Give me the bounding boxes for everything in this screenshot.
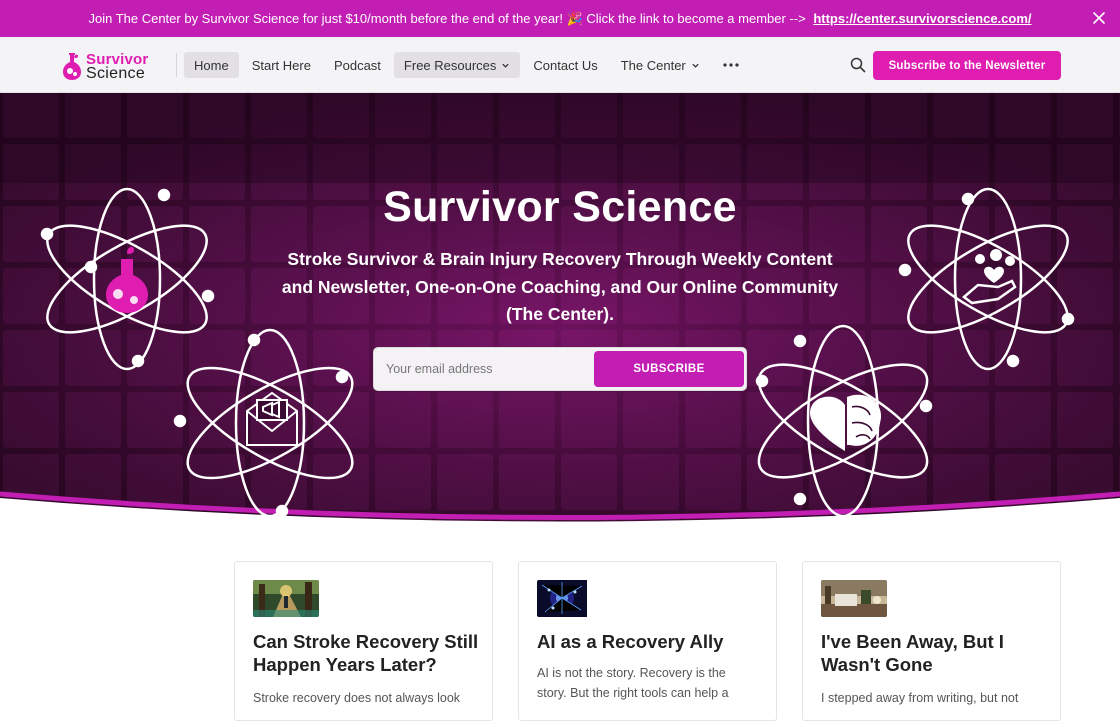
- announcement-text: Join The Center by Survivor Science for …: [88, 10, 806, 26]
- nav-home[interactable]: Home: [184, 52, 239, 78]
- announcement-bar: Join The Center by Survivor Science for …: [0, 0, 1120, 37]
- nav-the-center[interactable]: The Center: [611, 52, 710, 78]
- post-thumbnail[interactable]: [253, 580, 319, 617]
- hero-title: Survivor Science: [383, 183, 737, 231]
- logo-line-2: Science: [86, 64, 146, 82]
- nav-free-resources[interactable]: Free Resources: [393, 52, 521, 78]
- forest-path-image: [253, 580, 319, 617]
- post-card[interactable]: Can Stroke Recovery Still Happen Years L…: [234, 561, 493, 721]
- subscribe-newsletter-button[interactable]: Subscribe to the Newsletter: [873, 51, 1061, 80]
- close-icon[interactable]: [1090, 9, 1108, 27]
- search-icon[interactable]: [850, 57, 866, 73]
- post-excerpt: AI is not the story. Recovery is the sto…: [537, 666, 729, 700]
- hero-subtitle: Stroke Survivor & Brain Injury Recovery …: [281, 249, 839, 324]
- post-title[interactable]: Can Stroke Recovery Still Happen Years L…: [253, 630, 479, 676]
- post-excerpt: Stroke recovery does not always look: [253, 691, 461, 705]
- post-title[interactable]: AI as a Recovery Ally: [537, 630, 763, 653]
- chevron-down-icon: [692, 63, 699, 68]
- nav-the-center-label: The Center: [620, 57, 686, 73]
- nav-contact-us[interactable]: Contact Us: [523, 52, 607, 78]
- more-dots-icon: [723, 63, 739, 67]
- post-card[interactable]: I've Been Away, But I Wasn't Gone I step…: [802, 561, 1061, 721]
- hero-subscribe-button[interactable]: SUBSCRIBE: [594, 351, 744, 387]
- header-divider: [176, 53, 177, 77]
- chevron-down-icon: [502, 63, 510, 68]
- email-signup-form: SUBSCRIBE: [373, 347, 747, 391]
- post-excerpt: I stepped away from writing, but not: [821, 691, 1019, 705]
- desk-workspace-image: [821, 580, 887, 617]
- neural-network-image: [537, 580, 587, 617]
- logo-line-1: Survivor: [86, 50, 149, 68]
- announcement-link[interactable]: https://center.survivorscience.com/: [813, 11, 1031, 26]
- post-title[interactable]: I've Been Away, But I Wasn't Gone: [821, 630, 1047, 676]
- post-thumbnail[interactable]: [537, 580, 603, 617]
- announcement-message: Join The Center by Survivor Science for …: [88, 11, 1031, 27]
- nav-free-resources-label: Free Resources: [403, 57, 497, 73]
- nav-start-here[interactable]: Start Here: [242, 52, 321, 78]
- nav-podcast[interactable]: Podcast: [324, 52, 391, 78]
- logo-wordmark: Survivor Science: [86, 50, 149, 82]
- site-logo[interactable]: Survivor Science: [60, 50, 164, 82]
- hero-section: Survivor Science Stroke Survivor & Brain…: [0, 93, 1120, 523]
- email-input[interactable]: [374, 348, 592, 390]
- post-thumbnail[interactable]: [821, 580, 887, 617]
- post-card[interactable]: AI as a Recovery Ally AI is not the stor…: [518, 561, 777, 721]
- main-nav: Home Start Here Podcast Free Resources C…: [184, 52, 752, 78]
- site-header: Survivor Science Home Start Here Podcast…: [0, 37, 1120, 93]
- nav-more-button[interactable]: [713, 52, 749, 78]
- flask-logo-icon: [63, 53, 81, 80]
